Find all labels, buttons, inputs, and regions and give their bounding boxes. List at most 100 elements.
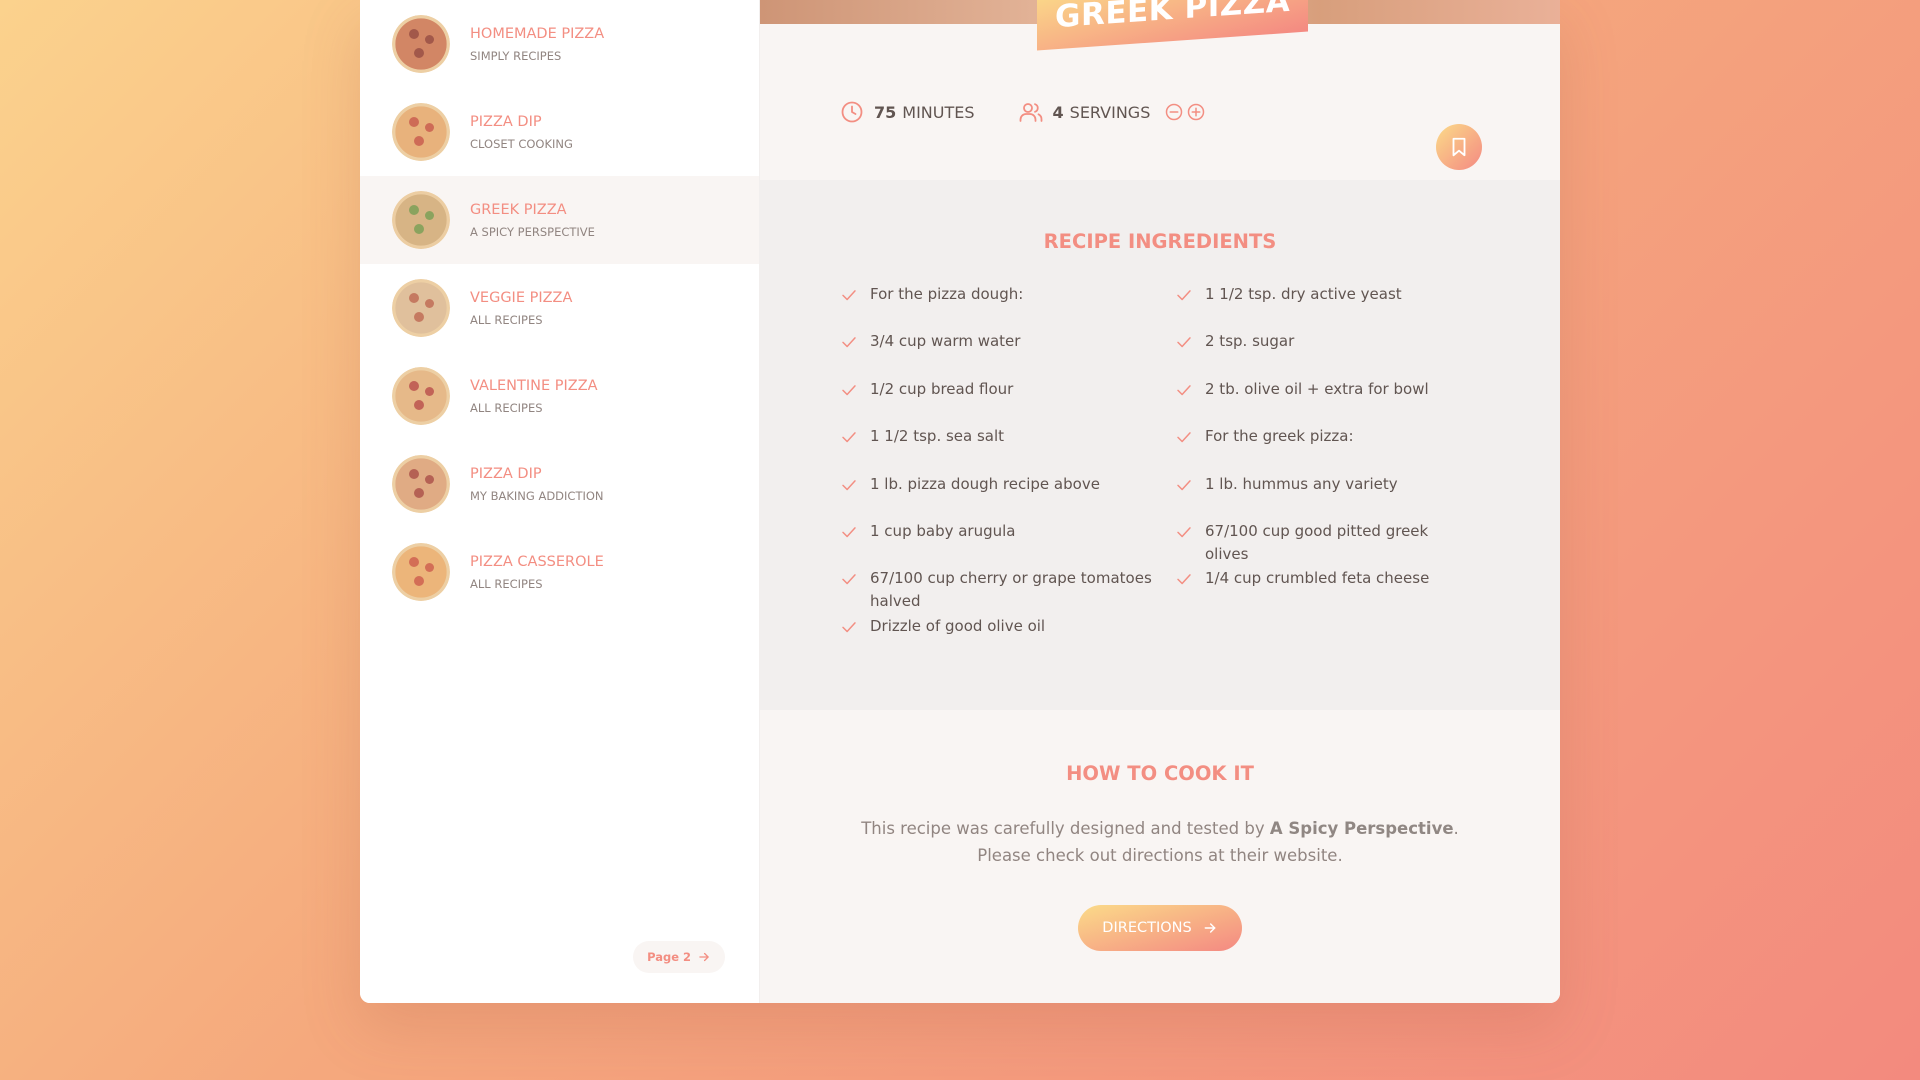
check-icon <box>842 384 856 396</box>
directions-text-before: This recipe was carefully designed and t… <box>861 819 1270 838</box>
result-title: Veggie Pizza <box>470 289 573 306</box>
result-text: Pizza Dip My Baking Addiction <box>470 466 604 503</box>
result-title: Pizza Casserole <box>470 553 604 570</box>
ingredient-item: For the pizza dough: <box>840 283 1175 330</box>
recipe-thumbnail <box>392 455 450 513</box>
recipe-thumbnail <box>392 367 450 425</box>
ingredients-heading: Recipe Ingredients <box>1043 230 1277 253</box>
result-text: Valentine Pizza All Recipes <box>470 378 598 415</box>
check-icon <box>1177 290 1191 301</box>
ingredient-item: 1 lb. hummus any variety <box>1175 473 1475 520</box>
ingredient-item: 1 1/2 tsp. sea salt <box>840 425 1175 472</box>
result-text: Greek Pizza A Spicy Perspective <box>470 202 595 239</box>
recipe-thumbnail <box>392 103 450 161</box>
ingredient-text: For the greek pizza: <box>1205 427 1354 446</box>
result-text: Homemade Pizza Simply Recipes <box>470 26 604 63</box>
ingredient-item: 1/4 cup crumbled feta cheese <box>1175 567 1475 614</box>
check-icon <box>1177 384 1191 396</box>
cooking-time-unit: minutes <box>902 102 975 122</box>
result-title: Pizza Dip <box>470 113 542 130</box>
directions-button-label: Directions <box>1102 920 1192 936</box>
cooking-time: 75 minutes <box>840 100 975 124</box>
clock-icon <box>841 101 863 123</box>
result-publisher: All Recipes <box>470 400 543 415</box>
check-icon <box>842 527 856 538</box>
ingredient-item: 1 cup baby arugula <box>840 520 1175 567</box>
users-icon <box>1019 103 1042 122</box>
cooking-time-value: 75 <box>874 102 897 122</box>
check-icon <box>842 290 856 301</box>
ingredient-item: 2 tsp. sugar <box>1175 330 1475 377</box>
recipe-directions: How to cook it This recipe was carefully… <box>760 710 1560 1003</box>
search-result-item[interactable]: Homemade Pizza Simply Recipes <box>360 0 759 88</box>
ingredient-text: 1 cup baby arugula <box>870 521 1016 540</box>
check-icon <box>1177 527 1191 538</box>
recipe-ingredients: Recipe Ingredients For the pizza dough: 3… <box>760 180 1560 710</box>
result-publisher: My Baking Addiction <box>470 488 604 503</box>
search-result-item[interactable]: Pizza Dip My Baking Addiction <box>360 440 759 528</box>
ingredient-text: 1 1/2 tsp. sea salt <box>870 427 1005 446</box>
ingredient-item: 3/4 cup warm water <box>840 330 1175 377</box>
result-publisher: Simply Recipes <box>470 48 562 63</box>
ingredient-item: 1 lb. pizza dough recipe above <box>840 473 1175 520</box>
servings: 4 servings <box>1019 100 1207 124</box>
check-icon <box>1177 574 1191 585</box>
check-icon <box>1177 337 1191 348</box>
ingredient-item: For the greek pizza: <box>1175 425 1475 472</box>
search-results-sidebar: Homemade Pizza Simply Recipes Pizza Dip Clo… <box>360 0 760 1003</box>
ingredient-item: 1/2 cup bread flour <box>840 378 1175 425</box>
recipe-details: 75 minutes 4 servings <box>760 24 1560 180</box>
result-title: Valentine Pizza <box>470 377 598 394</box>
result-publisher: Closet Cooking <box>470 136 573 151</box>
check-icon <box>842 621 856 632</box>
servings-unit: servings <box>1069 102 1151 122</box>
result-text: Pizza Casserole All Recipes <box>470 554 604 591</box>
ingredient-item: Drizzle of good olive oil <box>840 615 1175 662</box>
search-result-item[interactable]: Greek Pizza A Spicy Perspective <box>360 176 759 264</box>
minus-circle-icon[interactable] <box>1164 102 1184 122</box>
ingredient-item: 2 tb. olive oil + extra for bowl <box>1175 378 1475 425</box>
next-page-label: Page 2 <box>647 950 691 964</box>
ingredient-text: 2 tsp. sugar <box>1205 332 1295 351</box>
result-publisher: A Spicy Perspective <box>470 224 595 239</box>
search-result-item[interactable]: Valentine Pizza All Recipes <box>360 352 759 440</box>
results-list: Homemade Pizza Simply Recipes Pizza Dip Clo… <box>360 0 759 616</box>
arrow-right-icon <box>699 952 709 962</box>
result-title: Greek Pizza <box>470 201 567 218</box>
result-publisher: All Recipes <box>470 576 543 591</box>
recipe-thumbnail <box>392 279 450 337</box>
plus-circle-icon[interactable] <box>1186 102 1206 122</box>
check-icon <box>842 574 856 585</box>
recipe-thumbnail <box>392 191 450 249</box>
ingredient-text: For the pizza dough: <box>870 285 1024 303</box>
recipe-thumbnail <box>392 543 450 601</box>
ingredient-text: 67/100 cup cherry or grape tomatoes halv… <box>870 569 1152 611</box>
ingredient-text: 1/4 cup crumbled feta cheese <box>1205 569 1430 588</box>
directions-publisher: A Spicy Perspective <box>1269 819 1454 838</box>
search-result-item[interactable]: Veggie Pizza All Recipes <box>360 264 759 352</box>
result-text: Pizza Dip Closet Cooking <box>470 114 573 151</box>
result-publisher: All Recipes <box>470 312 543 327</box>
ingredient-item: 67/100 cup cherry or grape tomatoes halv… <box>840 567 1175 614</box>
bookmark-button[interactable] <box>1436 124 1482 170</box>
ingredient-text: 67/100 cup good pitted greek olives <box>1205 521 1429 563</box>
ingredient-text: 1/2 cup bread flour <box>870 379 1014 398</box>
directions-button[interactable]: Directions <box>1078 905 1242 951</box>
next-page-button[interactable]: Page 2 <box>633 941 725 973</box>
recipe-app: Homemade Pizza Simply Recipes Pizza Dip Clo… <box>360 0 1560 1003</box>
ingredient-text: 1 lb. pizza dough recipe above <box>870 474 1100 493</box>
check-icon <box>1177 479 1191 490</box>
ingredient-text: 1 lb. hummus any variety <box>1205 474 1398 493</box>
search-result-item[interactable]: Pizza Casserole All Recipes <box>360 528 759 616</box>
result-text: Veggie Pizza All Recipes <box>470 290 572 327</box>
arrow-right-icon <box>1204 923 1216 933</box>
ingredients-grid: For the pizza dough: 3/4 cup warm water 1/… <box>840 283 1480 662</box>
directions-text: This recipe was carefully designed and t… <box>860 815 1460 869</box>
ingredient-text: 2 tb. olive oil + extra for bowl <box>1205 379 1429 398</box>
directions-heading: How to cook it <box>1066 762 1254 785</box>
ingredient-text: 1 1/2 tsp. dry active yeast <box>1205 285 1402 303</box>
ingredient-item: 1 1/2 tsp. dry active yeast <box>1175 283 1475 330</box>
search-result-item[interactable]: Pizza Dip Closet Cooking <box>360 88 759 176</box>
bookmark-icon <box>1452 137 1466 157</box>
servings-controls <box>1164 102 1206 122</box>
